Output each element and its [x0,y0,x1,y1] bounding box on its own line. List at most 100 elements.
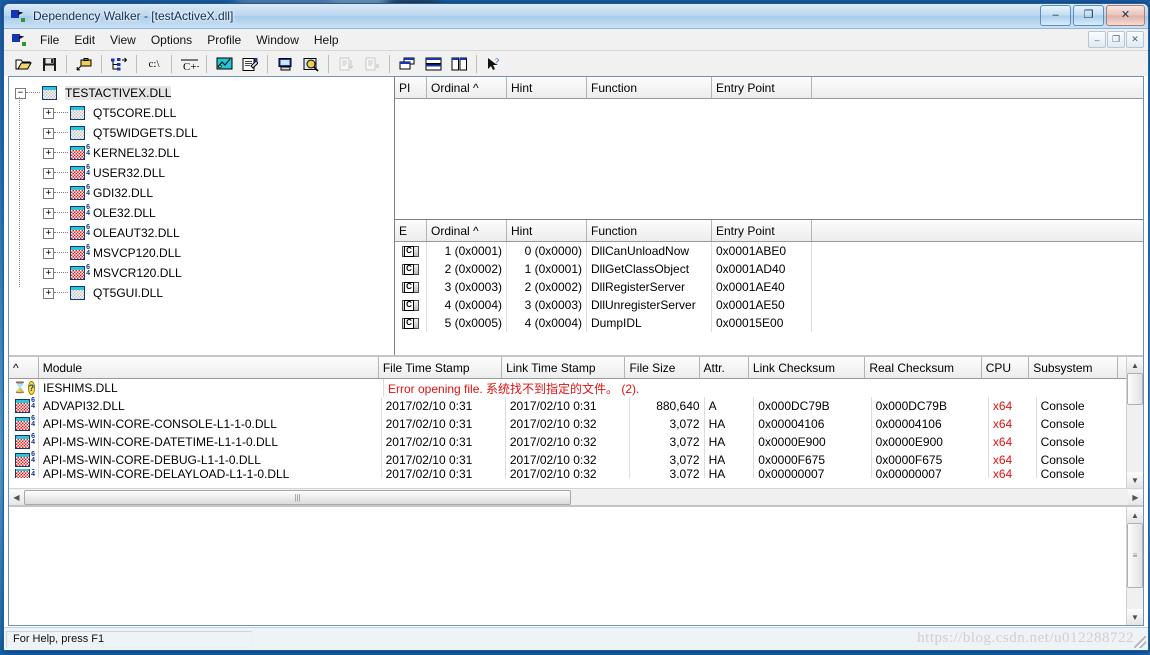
tree-item[interactable]: +6 4 GDI32.DLL [15,183,394,203]
export-list-header[interactable]: E Ordinal ^ Hint Function Entry Point [395,220,1143,242]
view-system-info-icon[interactable] [212,52,236,76]
column-header[interactable]: Subsystem [1029,357,1119,378]
auto-expand-icon[interactable] [395,52,419,76]
column-header[interactable]: Link Time Stamp [502,357,626,378]
column-header-filler[interactable] [812,77,1143,98]
tree-expander-icon[interactable]: + [43,207,54,219]
context-help-icon[interactable]: ? [482,52,506,76]
column-header[interactable]: Ordinal ^ [427,220,507,241]
tree-item[interactable]: +6 4 MSVCP120.DLL [15,243,394,263]
module-dependency-tree-icon[interactable] [107,52,131,76]
scroll-thumb[interactable] [1127,373,1143,405]
column-header[interactable]: Entry Point [712,220,812,241]
column-header[interactable]: Function [587,220,712,241]
undecorate-cpp-icon[interactable]: C++ [177,52,201,76]
column-header-filler[interactable] [1118,357,1127,378]
log-vscrollbar[interactable]: ▲ ≡ ▼ [1126,507,1143,625]
tree-expander-icon[interactable]: + [43,127,54,139]
import-list-header[interactable]: PI Ordinal ^ Hint Function Entry Point [395,77,1143,99]
column-header[interactable]: Link Checksum [748,357,866,378]
scroll-down-button[interactable]: ▼ [1127,472,1143,488]
menu-item-profile[interactable]: Profile [200,31,248,49]
menu-item-help[interactable]: Help [307,31,346,49]
module-dependency-tree[interactable]: − TESTACTIVEX.DLL + QT5CORE.DLL + QT5WIDGETS.… [9,77,395,355]
full-paths-icon[interactable]: c:\ [142,52,166,76]
column-header[interactable]: File Time Stamp [378,357,503,378]
tree-item-root[interactable]: − TESTACTIVEX.DLL [15,83,394,103]
tree-expander-icon[interactable]: + [43,107,54,119]
column-header[interactable]: Entry Point [712,77,812,98]
column-header[interactable]: E [395,220,427,241]
tree-item[interactable]: + QT5GUI.DLL [15,283,394,303]
mdi-minimize-button[interactable]: – [1088,31,1106,48]
mdi-restore-button[interactable]: ❐ [1107,31,1125,48]
table-row[interactable]: 6 4 API-MS-WIN-CORE-DEBUG-L1-1-0.DLL 2017/0… [9,451,1126,469]
tree-expander-icon[interactable]: + [43,287,54,299]
column-header[interactable]: Module [38,357,379,378]
column-header[interactable]: ^ [9,357,39,378]
export-function-list[interactable]: E Ordinal ^ Hint Function Entry Point C 1 (0x… [395,220,1143,355]
maximize-button[interactable]: ❐ [1073,5,1104,26]
scroll-left-button[interactable]: ◀ [9,489,24,505]
table-row[interactable]: 6 4 API-MS-WIN-CORE-CONSOLE-L1-1-0.DLL 2017… [9,415,1126,433]
column-header[interactable]: CPU [981,357,1030,378]
column-header-filler[interactable] [812,220,1143,241]
column-header[interactable]: File Size [625,357,700,378]
parent-import-function-list[interactable]: PI Ordinal ^ Hint Function Entry Point [395,77,1143,220]
tree-expander-icon[interactable]: + [43,187,54,199]
menu-item-options[interactable]: Options [144,31,199,49]
column-header[interactable]: Ordinal ^ [427,77,507,98]
menu-item-file[interactable]: File [33,31,66,49]
start-profiling-icon[interactable] [72,52,96,76]
table-row[interactable]: 6 4 ADVAPI32.DLL 2017/02/10 0:31 2017/02/10 … [9,397,1126,415]
table-row[interactable]: ⌛? IESHIMS.DLL Error opening file. 系统找不到指定… [9,379,1126,397]
tree-item[interactable]: + QT5WIDGETS.DLL [15,123,394,143]
save-icon[interactable] [37,52,61,76]
tree-item[interactable]: +6 4 USER32.DLL [15,163,394,183]
menu-item-edit[interactable]: Edit [67,31,102,49]
menu-item-view[interactable]: View [103,31,143,49]
scroll-track[interactable] [1127,405,1143,472]
scroll-thumb[interactable]: ≡ [1127,523,1143,588]
tree-item[interactable]: +6 4 OLEAUT32.DLL [15,223,394,243]
export-list-body[interactable]: C1 (0x0001) 0 (0x0000) DllCanUnloadNow 0x00… [395,242,1143,332]
resize-grip[interactable] [1134,636,1146,648]
hscroll-thumb[interactable]: ||| [24,489,571,505]
expand-all-icon[interactable] [334,52,358,76]
tile-vertically-icon[interactable] [447,52,471,76]
tree-expander-icon[interactable]: − [15,87,26,99]
table-row[interactable]: 64API-MS-WIN-CORE-DELAYLOAD-L1-1-0.DLL20… [9,469,1126,478]
search-order-icon[interactable] [299,52,323,76]
column-header[interactable]: Real Checksum [865,357,982,378]
tree-item[interactable]: + QT5CORE.DLL [15,103,394,123]
log-output-pane[interactable]: ▲ ≡ ▼ [9,505,1143,625]
module-list-hscrollbar[interactable]: ◀ ||| ▶ [9,488,1143,505]
open-icon[interactable] [11,52,35,76]
configure-module-search-icon[interactable] [238,52,262,76]
scroll-up-button[interactable]: ▲ [1127,507,1143,523]
tree-item[interactable]: +6 4 KERNEL32.DLL [15,143,394,163]
tree-expander-icon[interactable]: + [43,247,54,259]
module-list-body[interactable]: ⌛? IESHIMS.DLL Error opening file. 系统找不到指定… [9,379,1143,478]
table-row[interactable]: C 4 (0x0004) 3 (0x0003) DllUnregisterServer… [395,296,1143,314]
mdi-close-button[interactable]: ✕ [1126,31,1144,48]
table-row[interactable]: C 1 (0x0001) 0 (0x0000) DllCanUnloadNow 0x00… [395,242,1143,260]
mdi-system-icon[interactable] [12,32,28,48]
tree-item[interactable]: +6 4 OLE32.DLL [15,203,394,223]
tree-expander-icon[interactable]: + [43,267,54,279]
column-header[interactable]: Function [587,77,712,98]
column-header[interactable]: PI [395,77,427,98]
table-row[interactable]: 6 4 API-MS-WIN-CORE-DATETIME-L1-1-0.DLL 201… [9,433,1126,451]
title-bar[interactable]: Dependency Walker - [testActiveX.dll] – … [4,4,1148,29]
column-header[interactable]: Hint [507,77,587,98]
module-list-vscrollbar[interactable]: ▲ ▼ [1126,357,1143,488]
column-header[interactable]: Hint [507,220,587,241]
module-list[interactable]: ^ Module File Time Stamp Link Time Stamp Fil… [9,357,1143,488]
tile-horizontally-icon[interactable] [421,52,445,76]
menu-item-window[interactable]: Window [249,31,306,49]
module-list-header[interactable]: ^ Module File Time Stamp Link Time Stamp Fil… [9,357,1143,379]
collapse-all-icon[interactable] [360,52,384,76]
minimize-button[interactable]: – [1040,5,1071,26]
tree-item[interactable]: +6 4 MSVCR120.DLL [15,263,394,283]
table-row[interactable]: C 3 (0x0003) 2 (0x0002) DllRegisterServer 0x… [395,278,1143,296]
